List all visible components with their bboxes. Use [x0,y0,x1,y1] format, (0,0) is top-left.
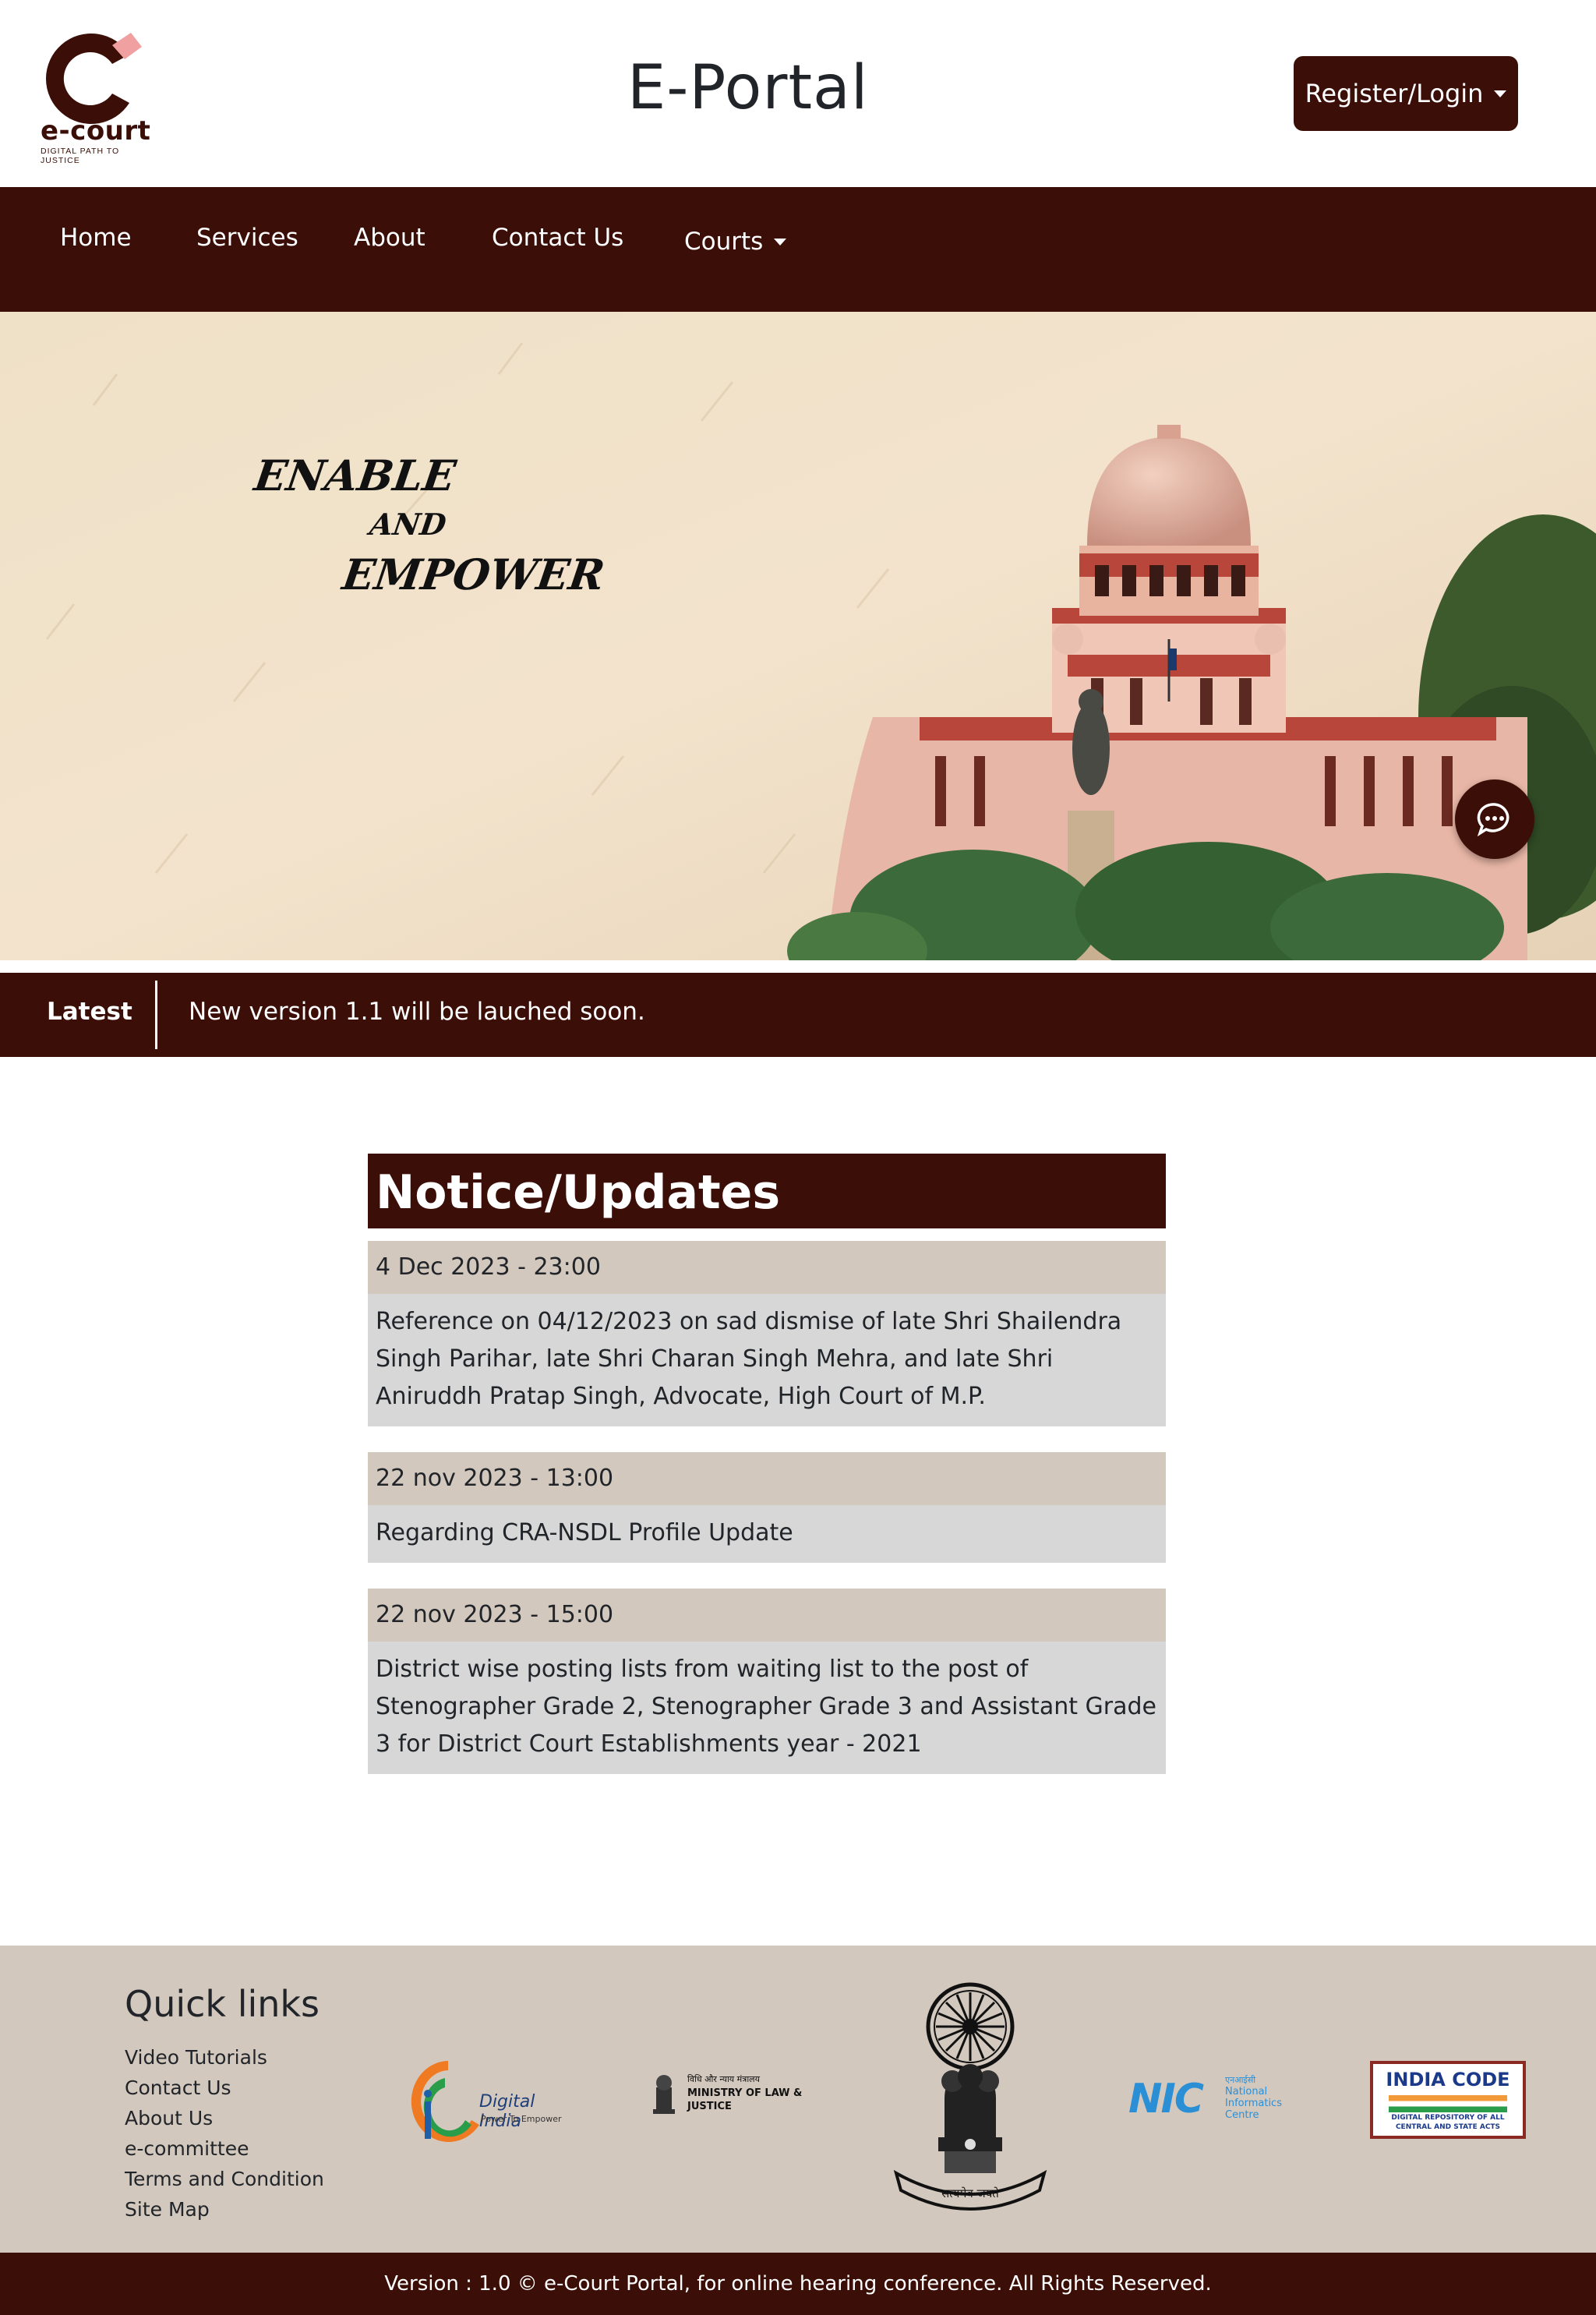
emblem-motto: सत्यमेव जयते [941,2186,999,2200]
quick-link-e-committee[interactable]: e-committee [125,2133,324,2164]
digital-india-logo[interactable]: Digital India Power To Empower [409,2055,573,2148]
digital-india-name: Digital India [479,2092,535,2131]
chat-icon [1477,803,1509,837]
copyright-bar: Version : 1.0 © e-Court Portal, for onli… [0,2253,1596,2315]
nic-logo[interactable]: NIC एनआईसी National Informatics Centre [1128,2074,1292,2122]
notice-date: 22 nov 2023 - 13:00 [368,1452,1166,1505]
ministry-name-line2: JUSTICE [687,2101,732,2112]
latest-ticker: Latest New version 1.1 will be lauched s… [0,973,1596,1057]
nic-hindi: एनआईसी [1225,2075,1256,2085]
banner-line-and: AND [367,507,449,542]
nav-contact-us[interactable]: Contact Us [492,222,623,253]
site-footer: Quick links Video Tutorials Contact Us A… [0,1946,1596,2253]
site-header: e-court DIGITAL PATH TO JUSTICE E-Portal… [0,0,1596,187]
nic-line1: National [1225,2086,1268,2098]
notice-date: 4 Dec 2023 - 23:00 [368,1241,1166,1294]
nav-services[interactable]: Services [196,222,298,253]
notice-date: 22 nov 2023 - 15:00 [368,1589,1166,1642]
digital-india-icon [411,2061,479,2142]
quick-link-video-tutorials[interactable]: Video Tutorials [125,2042,324,2073]
main-navbar: Home Services About Contact Us Courts [0,187,1596,312]
quick-links-title: Quick links [125,1983,320,2025]
chat-button[interactable] [1455,779,1534,859]
quick-link-terms[interactable]: Terms and Condition [125,2164,324,2194]
quick-link-contact-us[interactable]: Contact Us [125,2073,324,2103]
chevron-down-icon [774,238,787,246]
logo-wordmark: e-court [41,115,151,147]
nic-line2: Informatics [1225,2098,1282,2109]
nav-courts-label: Courts [684,228,764,256]
india-code-logo[interactable]: INDIA CODE DIGITAL REPOSITORY OF ALL CEN… [1370,2061,1526,2139]
register-login-label: Register/Login [1305,79,1484,108]
india-code-subtitle-line2: CENTRAL AND STATE ACTS [1395,2123,1501,2131]
nic-line3: Centre [1225,2109,1259,2121]
ministry-hindi-name: विधि और न्याय मंत्रालय [687,2074,761,2084]
supreme-court-illustration [0,312,1596,960]
register-login-button[interactable]: Register/Login [1294,56,1518,131]
quick-links-list: Video Tutorials Contact Us About Us e-co… [125,2042,324,2225]
notices-title: Notice/Updates [368,1154,1166,1228]
nav-courts-dropdown[interactable]: Courts [684,226,787,257]
nic-short: NIC [1128,2076,1204,2122]
latest-label: Latest [47,998,132,1026]
quick-link-site-map[interactable]: Site Map [125,2194,324,2225]
chevron-down-icon [1494,90,1507,97]
nav-home[interactable]: Home [60,222,132,253]
india-code-subtitle-line1: DIGITAL REPOSITORY OF ALL [1391,2114,1505,2122]
notices-section: Notice/Updates 4 Dec 2023 - 23:00 Refere… [368,1154,1166,1774]
notice-item[interactable]: 4 Dec 2023 - 23:00 Reference on 04/12/20… [368,1241,1166,1426]
digital-india-tagline: Power To Empower [481,2114,562,2124]
notice-text[interactable]: District wise posting lists from waiting… [368,1642,1166,1774]
quick-link-about-us[interactable]: About Us [125,2103,324,2133]
banner-line-enable: ENABLE [251,451,459,500]
notice-text[interactable]: Reference on 04/12/2023 on sad dismise o… [368,1294,1166,1426]
notice-item[interactable]: 22 nov 2023 - 13:00 Regarding CRA-NSDL P… [368,1452,1166,1563]
copyright-text: Version : 1.0 © e-Court Portal, for onli… [384,2272,1212,2296]
ministry-name-line1: MINISTRY OF LAW & [687,2087,803,2099]
latest-text[interactable]: New version 1.1 will be lauched soon. [189,998,645,1026]
ministry-law-justice-logo[interactable]: विधि और न्याय मंत्रालय MINISTRY OF LAW &… [648,2070,820,2125]
notice-item[interactable]: 22 nov 2023 - 15:00 District wise postin… [368,1589,1166,1774]
notice-text[interactable]: Regarding CRA-NSDL Profile Update [368,1505,1166,1563]
tricolor-flag-icon [1389,2095,1507,2112]
ecourt-logo[interactable]: e-court DIGITAL PATH TO JUSTICE [37,23,154,165]
banner-line-empower: EMPOWER [339,550,608,599]
hero-banner: ENABLE AND EMPOWER [0,312,1596,960]
logo-tagline: DIGITAL PATH TO JUSTICE [41,147,120,165]
india-code-title: INDIA CODE [1386,2069,1510,2091]
national-emblem-small-icon [653,2075,675,2114]
national-emblem-logo: सत्यमेव जयते [890,1981,1050,2215]
nav-about[interactable]: About [354,222,425,253]
latest-divider [155,981,157,1049]
page-title: E-Portal [627,53,869,123]
ashoka-emblem-icon [893,1982,1047,2211]
